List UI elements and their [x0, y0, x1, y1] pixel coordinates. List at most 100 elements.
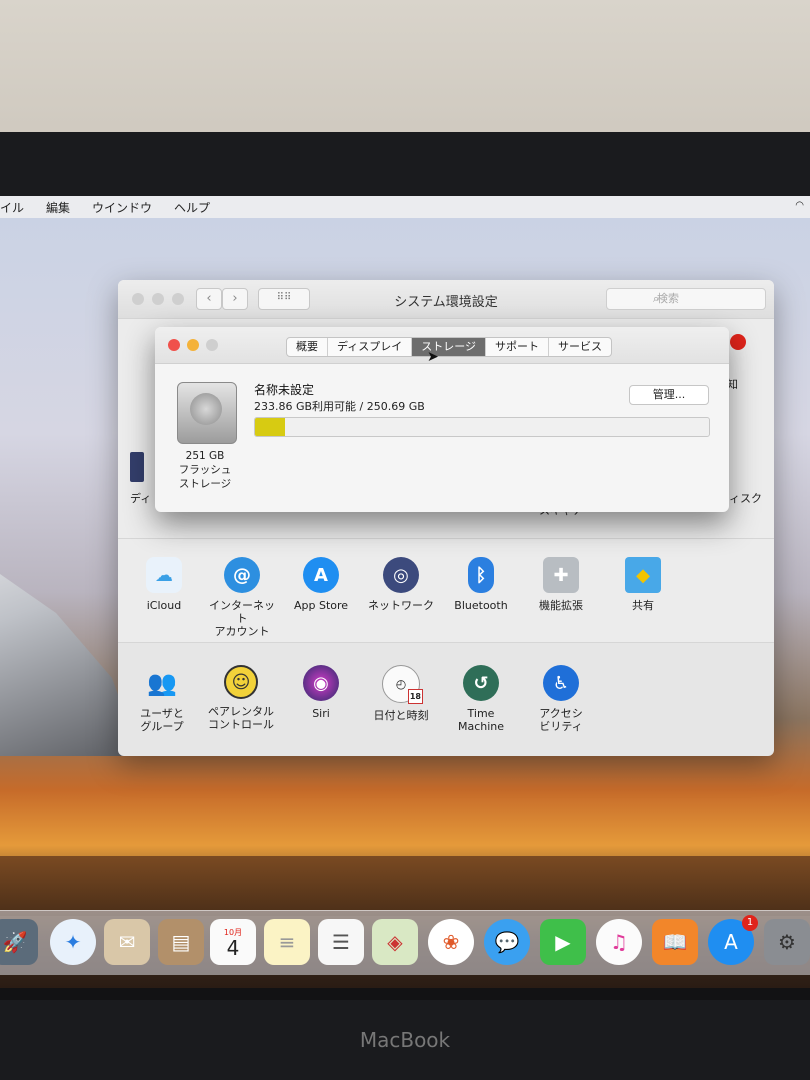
menu-file[interactable]: イル: [0, 199, 24, 216]
calendar-icon[interactable]: 10月 4: [210, 919, 256, 965]
tab-support[interactable]: サポート: [486, 338, 550, 356]
pane-time-machine[interactable]: ↺ Time Machine: [443, 665, 519, 733]
prefs-row-internet: ☁ iCloud @ インターネット アカウント A App Store ◎ ネ…: [118, 538, 774, 643]
search-field[interactable]: ⌕ 検索: [606, 288, 766, 310]
pane-label: iCloud: [146, 599, 182, 612]
pane-extensions[interactable]: ✚ 機能拡張: [523, 557, 599, 612]
pane-siri[interactable]: ◉ Siri: [283, 665, 359, 720]
pane-date-time[interactable]: ◴ 18 日付と時刻: [363, 665, 439, 722]
search-placeholder: 検索: [657, 292, 679, 305]
volume-name: 名称未設定: [254, 383, 315, 397]
pane-label: ネットワーク: [368, 599, 434, 612]
safari-icon[interactable]: ✦: [50, 919, 96, 965]
facetime-icon[interactable]: ▶: [540, 919, 586, 965]
globe-icon: ◎: [383, 557, 419, 593]
menu-edit[interactable]: 編集: [46, 199, 70, 216]
mail-icon[interactable]: ✉: [104, 919, 150, 965]
notes-icon[interactable]: ≡: [264, 919, 310, 965]
pane-app-store[interactable]: A App Store: [283, 557, 359, 612]
pane-network[interactable]: ◎ ネットワーク: [363, 557, 439, 612]
storage-usage-bar: [254, 417, 710, 437]
displays-icon[interactable]: [130, 452, 144, 482]
pane-label: App Store: [293, 599, 349, 612]
pane-label: アクセシ ビリティ: [539, 707, 583, 733]
startup-disk-label: ィスク: [729, 492, 762, 505]
appstore-badge: 1: [742, 915, 758, 931]
menu-bar: イル 編集 ウインドウ ヘルプ ◠: [0, 196, 810, 218]
laptop-hinge: [0, 988, 810, 1000]
parental-icon: ☺: [224, 665, 258, 699]
prefs-titlebar: ‹ › ⠿⠿ システム環境設定 ⌕ 検索: [118, 280, 774, 319]
maps-icon[interactable]: ◈: [372, 919, 418, 965]
bluetooth-icon: ᛒ: [468, 557, 494, 593]
system-prefs-icon[interactable]: ⚙: [764, 919, 810, 965]
manage-button[interactable]: 管理...: [629, 385, 709, 405]
contacts-icon[interactable]: ▤: [158, 919, 204, 965]
tab-displays[interactable]: ディスプレイ: [328, 338, 413, 356]
pane-label: 日付と時刻: [373, 709, 429, 722]
menu-help[interactable]: ヘルプ: [174, 199, 210, 216]
dock-appstore-icon[interactable]: A1: [708, 915, 758, 965]
wall: [0, 0, 810, 140]
notifications-icon[interactable]: [730, 334, 746, 350]
tab-service[interactable]: サービス: [549, 338, 611, 356]
disk-type-line1: フラッシュ: [178, 464, 232, 476]
pane-label: ペアレンタル コントロール: [208, 705, 274, 731]
pane-bluetooth[interactable]: ᛒ Bluetooth: [443, 557, 519, 612]
wallpaper-lake: [0, 856, 810, 916]
pane-label: Time Machine: [457, 707, 505, 733]
pane-label: Bluetooth: [454, 599, 508, 612]
puzzle-icon: ✚: [543, 557, 579, 593]
wifi-icon[interactable]: ◠: [795, 200, 804, 211]
accessibility-icon: ♿: [543, 665, 579, 701]
users-icon: 👥: [147, 668, 177, 697]
disk-info: 251 GB フラッシュ ストレージ: [169, 449, 241, 491]
appstore-icon: A: [303, 557, 339, 593]
tab-storage[interactable]: ストレージ: [412, 338, 487, 356]
pane-label: インターネット アカウント: [209, 599, 275, 638]
tab-overview[interactable]: 概要: [287, 338, 328, 356]
volume-availability: 233.86 GB利用可能 / 250.69 GB: [254, 400, 425, 413]
tab-bar: 概要 ディスプレイ ストレージ サポート サービス: [286, 337, 613, 357]
close-button[interactable]: [168, 339, 180, 351]
about-this-mac-window: 概要 ディスプレイ ストレージ サポート サービス 251 GB フラッシュ ス…: [155, 327, 729, 512]
clock-icon: ◴ 18: [382, 665, 423, 704]
messages-icon[interactable]: 💬: [484, 919, 530, 965]
pane-parental-controls[interactable]: ☺ ペアレンタル コントロール: [203, 665, 279, 731]
search-icon: ⌕: [653, 292, 660, 305]
ibooks-icon[interactable]: 📖: [652, 919, 698, 965]
at-icon: @: [224, 557, 260, 593]
timemachine-icon: ↺: [463, 665, 499, 701]
pane-users-groups[interactable]: 👥 ユーザと グループ: [124, 665, 200, 734]
pane-label: Siri: [312, 707, 330, 720]
menu-window[interactable]: ウインドウ: [92, 199, 152, 216]
device-brand: MacBook: [359, 1028, 451, 1052]
about-titlebar: 概要 ディスプレイ ストレージ サポート サービス: [155, 327, 729, 364]
disk-type-line2: ストレージ: [178, 478, 232, 490]
pane-label: 機能拡張: [539, 599, 583, 612]
minimize-button[interactable]: [187, 339, 199, 351]
pane-sharing[interactable]: ◆ 共有: [605, 557, 681, 612]
launchpad-icon[interactable]: 🚀: [0, 919, 38, 965]
prefs-row-system: 👥 ユーザと グループ ☺ ペアレンタル コントロール ◉ Siri ◴ 18 …: [118, 642, 774, 756]
dock: 🚀 ✦ ✉ ▤ 10月 4 ≡ ☰ ◈ ❀ 💬 ▶ ♫ 📖 A1 ⚙: [0, 910, 810, 975]
pane-label: 共有: [632, 599, 654, 612]
zoom-button[interactable]: [206, 339, 218, 351]
photos-icon[interactable]: ❀: [428, 919, 474, 965]
storage-used-fill: [255, 418, 286, 436]
pane-icloud[interactable]: ☁ iCloud: [126, 557, 202, 612]
pane-internet-accounts[interactable]: @ インターネット アカウント: [204, 557, 280, 638]
calendar-day: 4: [226, 935, 240, 960]
itunes-icon[interactable]: ♫: [596, 919, 642, 965]
displays-label: ディ: [130, 492, 152, 505]
pane-accessibility[interactable]: ♿ アクセシ ビリティ: [523, 665, 599, 733]
clock-date: 18: [407, 689, 423, 704]
folder-icon: ◆: [625, 557, 661, 593]
reminders-icon[interactable]: ☰: [318, 919, 364, 965]
siri-icon: ◉: [303, 665, 339, 701]
disk-size: 251 GB: [185, 450, 225, 462]
mouse-cursor-icon: ➤: [427, 349, 439, 365]
pane-label: ユーザと グループ: [140, 707, 184, 733]
disk-icon: [177, 382, 237, 444]
cloud-icon: ☁: [146, 557, 182, 593]
